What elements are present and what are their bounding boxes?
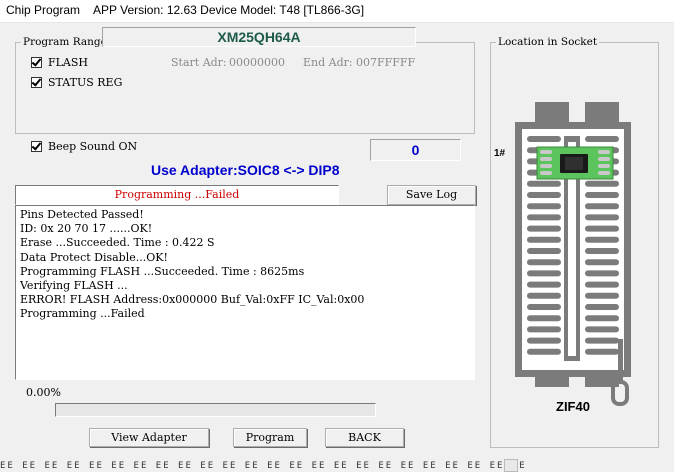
pin-pad-right xyxy=(585,259,619,266)
pin-pad-right xyxy=(585,136,619,142)
pin-pad-right xyxy=(585,304,619,310)
log-line: Programming ...Failed xyxy=(20,307,145,321)
log-line: ID: 0x 20 70 17 ......OK! xyxy=(20,222,153,236)
log-line: Programming FLASH ...Succeeded. Time : 8… xyxy=(20,264,305,278)
pin-pad-right xyxy=(585,315,619,322)
status-text: Programming ...Failed xyxy=(114,188,240,201)
log-panel[interactable]: Pins Detected Passed! ID: 0x 20 70 17 ..… xyxy=(15,205,475,380)
status-reg-label: STATUS REG xyxy=(48,76,123,89)
pin-pad-right xyxy=(585,225,619,232)
pin-pad-right xyxy=(585,236,619,243)
title-bar: Chip Program APP Version: 12.63 Device M… xyxy=(0,0,674,23)
back-button[interactable]: BACK xyxy=(325,428,404,447)
pin-pad-left xyxy=(527,136,561,142)
pin-pad-left xyxy=(527,326,561,333)
pcb-pad-left xyxy=(540,164,552,168)
pin-pad-right xyxy=(585,214,619,221)
program-button[interactable]: Program xyxy=(233,428,307,447)
log-line: Pins Detected Passed! xyxy=(20,208,144,221)
pcb-pad-right xyxy=(598,164,610,168)
window-title: Chip Program xyxy=(6,3,81,17)
view-adapter-button[interactable]: View Adapter xyxy=(89,428,209,447)
pin-pad-right xyxy=(585,326,619,333)
pcb-pad-right xyxy=(598,150,610,154)
pin-pad-right xyxy=(585,292,619,299)
pin-pad-right xyxy=(585,203,619,210)
pin-pad-left xyxy=(527,248,561,254)
progress-bar xyxy=(55,403,376,417)
pin-pad-left xyxy=(527,348,561,355)
pin-pad-right xyxy=(585,248,619,254)
log-line: Data Protect Disable...OK! xyxy=(20,250,168,264)
pcb-pad-right xyxy=(598,171,610,175)
pin-pad-right xyxy=(585,180,619,187)
pcb-pad-left xyxy=(540,150,552,154)
log-line: Erase ...Succeeded. Time : 0.422 S xyxy=(20,236,215,250)
pin-pad-left xyxy=(527,259,561,266)
socket-label: ZIF40 xyxy=(556,399,590,414)
end-adr-label: End Adr: xyxy=(303,56,353,69)
pin-pad-left xyxy=(527,203,561,210)
pcb-pad-left xyxy=(540,171,552,175)
status-reg-checkbox[interactable] xyxy=(31,77,42,88)
pcb-pad-right xyxy=(598,157,610,161)
save-log-button[interactable]: Save Log xyxy=(387,185,476,205)
beep-label: Beep Sound ON xyxy=(48,140,138,153)
counter-value: 0 xyxy=(411,142,420,158)
app-version-info: APP Version: 12.63 Device Model: T48 [TL… xyxy=(93,3,365,17)
pin-pad-left xyxy=(527,281,561,288)
scroll-down-icon[interactable] xyxy=(504,459,518,472)
beep-checkbox[interactable] xyxy=(31,141,42,152)
log-line: Verifying FLASH ... xyxy=(20,278,128,292)
pin-pad-left xyxy=(527,304,561,310)
program-range-legend: Program Range xyxy=(21,36,109,48)
pin-pad-left xyxy=(527,180,561,187)
start-adr-label: Start Adr: xyxy=(171,56,227,69)
pin-pad-right xyxy=(585,192,619,198)
pin-pad-left xyxy=(527,292,561,299)
chip-name-box: XM25QH64A xyxy=(102,27,416,47)
flash-checkbox[interactable] xyxy=(31,57,42,68)
status-field: Programming ...Failed xyxy=(15,185,339,205)
start-adr-value: 00000000 xyxy=(229,56,285,69)
chip-name: XM25QH64A xyxy=(217,29,301,45)
pin1-marker: 1# xyxy=(494,148,506,159)
pin-pad-left xyxy=(527,214,561,221)
pin-pad-left xyxy=(527,337,561,344)
pin-pad-left xyxy=(527,225,561,232)
pin-pad-left xyxy=(527,236,561,243)
pin-pad-right xyxy=(585,281,619,288)
pin-pad-right xyxy=(585,348,619,355)
pcb-pad-left xyxy=(540,157,552,161)
log-line: ERROR! FLASH Address:0x000000 Buf_Val:0x… xyxy=(20,293,365,307)
adapter-text: Use Adapter:SOIC8 <-> DIP8 xyxy=(151,162,340,178)
pin-pad-left xyxy=(527,192,561,198)
progress-percent: 0.00% xyxy=(26,386,61,399)
pin-pad-right xyxy=(585,337,619,344)
socket-legend: Location in Socket xyxy=(496,36,600,48)
pin-pad-left xyxy=(527,270,561,277)
flash-label: FLASH xyxy=(48,56,89,69)
background-strip: EE EE EE EE EE EE EE EE EE EE EE EE EE E… xyxy=(0,459,527,472)
end-adr-value: 007FFFFF xyxy=(356,56,416,69)
zif40-socket-diagram xyxy=(515,102,631,406)
pin-pad-right xyxy=(585,270,619,277)
pin-pad-left xyxy=(527,315,561,322)
counter-box: 0 xyxy=(370,139,461,161)
